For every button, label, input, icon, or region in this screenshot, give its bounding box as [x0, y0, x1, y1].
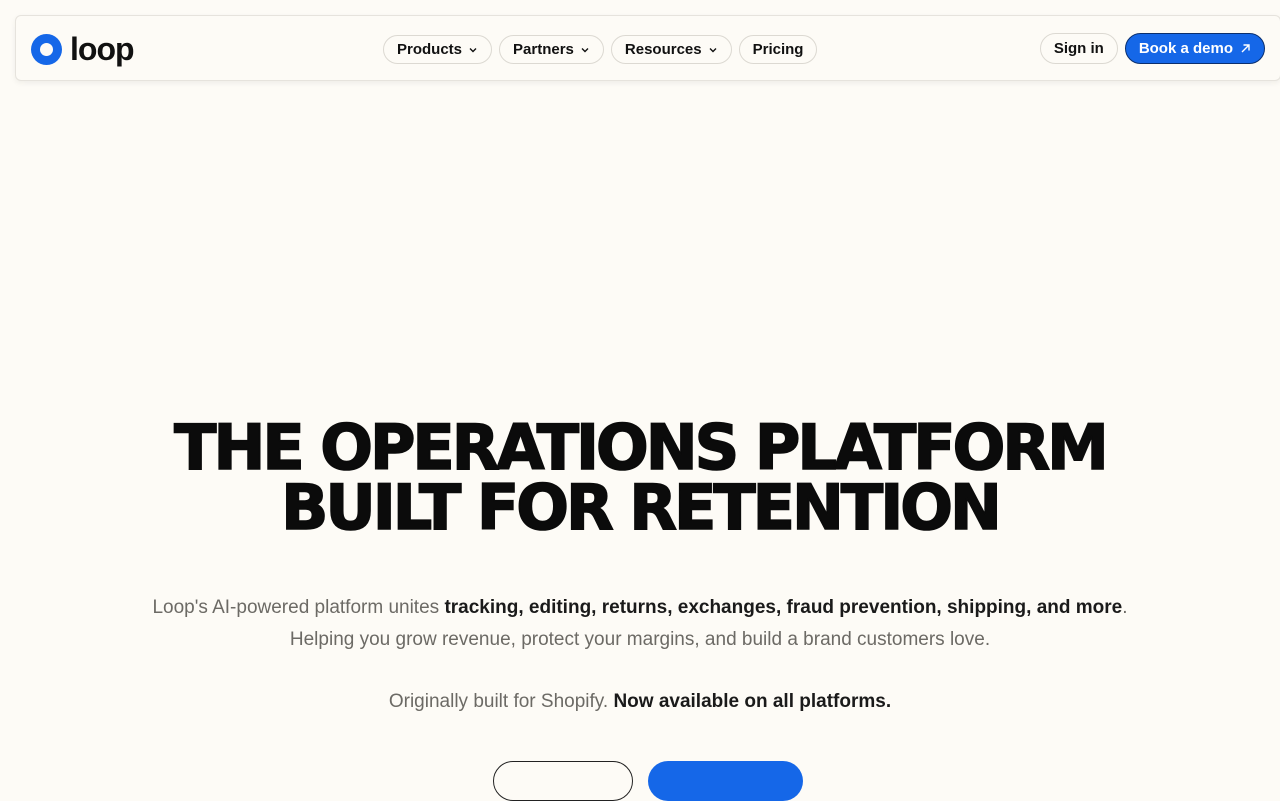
nav-actions: Sign in Book a demo	[1039, 33, 1265, 64]
hero-title-line-2: BUILT FOR RETENTION	[280, 471, 1002, 544]
nav-partners[interactable]: Partners	[499, 35, 604, 64]
arrow-up-right-icon	[1241, 44, 1250, 53]
nav-pricing-label: Pricing	[752, 41, 804, 58]
hero-subtitle-lead: Loop's AI-powered platform unites	[152, 597, 445, 618]
nav-products-label: Products	[397, 41, 463, 58]
sign-in-label: Sign in	[1053, 40, 1104, 57]
secondary-cta-button[interactable]	[493, 761, 633, 801]
main-nav: Products Partners Resources Pricing	[383, 35, 818, 64]
chevron-down-icon	[581, 47, 589, 52]
nav-partners-label: Partners	[513, 41, 574, 58]
loop-logo[interactable]: loop	[31, 31, 135, 67]
platform-note: Originally built for Shopify. Now availa…	[150, 688, 1130, 716]
platform-note-bold: Now available on all platforms.	[613, 691, 892, 712]
sign-in-button[interactable]: Sign in	[1039, 33, 1118, 64]
nav-products[interactable]: Products	[383, 35, 493, 64]
top-navbar: loop Products Partners Resources Pricing…	[15, 15, 1280, 81]
chevron-down-icon	[709, 47, 717, 52]
primary-cta-button[interactable]	[648, 761, 803, 801]
nav-resources[interactable]: Resources	[610, 35, 732, 64]
hero-title-line-1: THE OPERATIONS PLATFORM	[173, 411, 1109, 484]
platform-note-lead: Originally built for Shopify.	[388, 691, 614, 712]
book-demo-button[interactable]: Book a demo	[1124, 33, 1265, 64]
logo-wordmark: loop	[70, 31, 135, 67]
hero-subtitle-features: tracking, editing, returns, exchanges, f…	[444, 597, 1123, 618]
hero-title: THE OPERATIONS PLATFORM BUILT FOR RETENT…	[0, 411, 1280, 544]
chevron-down-icon	[469, 47, 477, 52]
book-demo-label: Book a demo	[1138, 40, 1233, 57]
nav-resources-label: Resources	[624, 41, 702, 58]
hero-subtitle: Loop's AI-powered platform unites tracki…	[150, 592, 1130, 656]
loop-logo-icon	[31, 33, 62, 65]
nav-pricing[interactable]: Pricing	[738, 35, 818, 64]
